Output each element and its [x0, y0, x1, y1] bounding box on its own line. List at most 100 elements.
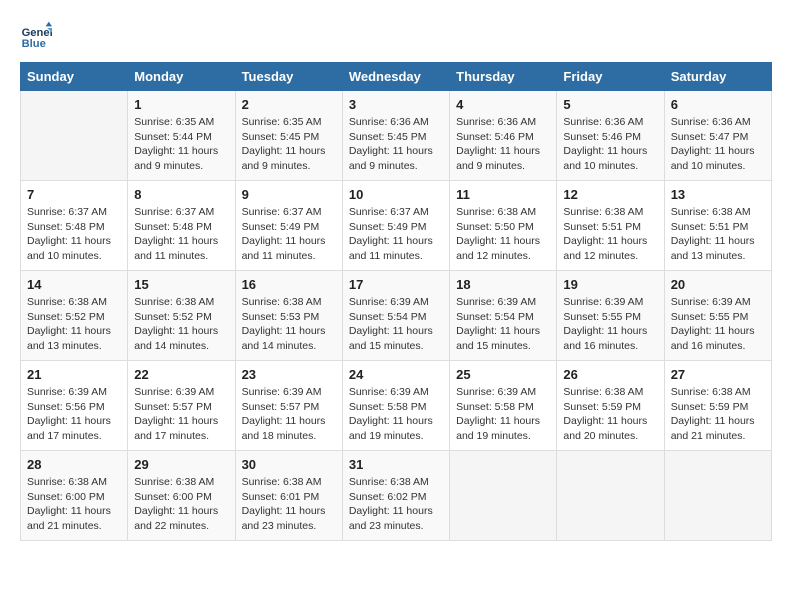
calendar-cell: 1 Sunrise: 6:35 AMSunset: 5:44 PMDayligh…: [128, 91, 235, 181]
day-number: 18: [456, 277, 550, 292]
day-number: 9: [242, 187, 336, 202]
calendar-cell: 13 Sunrise: 6:38 AMSunset: 5:51 PMDaylig…: [664, 181, 771, 271]
day-number: 28: [27, 457, 121, 472]
day-number: 10: [349, 187, 443, 202]
day-number: 22: [134, 367, 228, 382]
calendar-cell: 7 Sunrise: 6:37 AMSunset: 5:48 PMDayligh…: [21, 181, 128, 271]
day-number: 5: [563, 97, 657, 112]
calendar-cell: 24 Sunrise: 6:39 AMSunset: 5:58 PMDaylig…: [342, 361, 449, 451]
calendar-cell: 29 Sunrise: 6:38 AMSunset: 6:00 PMDaylig…: [128, 451, 235, 541]
calendar-week-5: 28 Sunrise: 6:38 AMSunset: 6:00 PMDaylig…: [21, 451, 772, 541]
day-info: Sunrise: 6:38 AMSunset: 5:52 PMDaylight:…: [134, 295, 228, 354]
day-info: Sunrise: 6:39 AMSunset: 5:55 PMDaylight:…: [563, 295, 657, 354]
day-number: 23: [242, 367, 336, 382]
day-info: Sunrise: 6:38 AMSunset: 6:00 PMDaylight:…: [27, 475, 121, 534]
day-info: Sunrise: 6:36 AMSunset: 5:47 PMDaylight:…: [671, 115, 765, 174]
calendar-cell: 18 Sunrise: 6:39 AMSunset: 5:54 PMDaylig…: [450, 271, 557, 361]
calendar-header: SundayMondayTuesdayWednesdayThursdayFrid…: [21, 63, 772, 91]
day-number: 19: [563, 277, 657, 292]
day-info: Sunrise: 6:38 AMSunset: 5:51 PMDaylight:…: [671, 205, 765, 264]
day-number: 30: [242, 457, 336, 472]
calendar-cell: 2 Sunrise: 6:35 AMSunset: 5:45 PMDayligh…: [235, 91, 342, 181]
day-number: 6: [671, 97, 765, 112]
day-number: 4: [456, 97, 550, 112]
calendar-cell: 12 Sunrise: 6:38 AMSunset: 5:51 PMDaylig…: [557, 181, 664, 271]
day-number: 7: [27, 187, 121, 202]
calendar-cell: [450, 451, 557, 541]
calendar-cell: 15 Sunrise: 6:38 AMSunset: 5:52 PMDaylig…: [128, 271, 235, 361]
day-info: Sunrise: 6:39 AMSunset: 5:54 PMDaylight:…: [456, 295, 550, 354]
weekday-header-row: SundayMondayTuesdayWednesdayThursdayFrid…: [21, 63, 772, 91]
day-number: 13: [671, 187, 765, 202]
calendar-cell: 8 Sunrise: 6:37 AMSunset: 5:48 PMDayligh…: [128, 181, 235, 271]
day-info: Sunrise: 6:38 AMSunset: 6:02 PMDaylight:…: [349, 475, 443, 534]
weekday-friday: Friday: [557, 63, 664, 91]
day-number: 3: [349, 97, 443, 112]
weekday-monday: Monday: [128, 63, 235, 91]
calendar-body: 1 Sunrise: 6:35 AMSunset: 5:44 PMDayligh…: [21, 91, 772, 541]
day-info: Sunrise: 6:38 AMSunset: 5:50 PMDaylight:…: [456, 205, 550, 264]
calendar-cell: 19 Sunrise: 6:39 AMSunset: 5:55 PMDaylig…: [557, 271, 664, 361]
day-number: 26: [563, 367, 657, 382]
day-info: Sunrise: 6:35 AMSunset: 5:45 PMDaylight:…: [242, 115, 336, 174]
day-number: 17: [349, 277, 443, 292]
day-info: Sunrise: 6:35 AMSunset: 5:44 PMDaylight:…: [134, 115, 228, 174]
day-number: 11: [456, 187, 550, 202]
day-info: Sunrise: 6:37 AMSunset: 5:49 PMDaylight:…: [349, 205, 443, 264]
calendar-cell: 5 Sunrise: 6:36 AMSunset: 5:46 PMDayligh…: [557, 91, 664, 181]
day-info: Sunrise: 6:38 AMSunset: 6:01 PMDaylight:…: [242, 475, 336, 534]
day-info: Sunrise: 6:39 AMSunset: 5:57 PMDaylight:…: [134, 385, 228, 444]
calendar-week-3: 14 Sunrise: 6:38 AMSunset: 5:52 PMDaylig…: [21, 271, 772, 361]
weekday-tuesday: Tuesday: [235, 63, 342, 91]
day-number: 1: [134, 97, 228, 112]
calendar-cell: 9 Sunrise: 6:37 AMSunset: 5:49 PMDayligh…: [235, 181, 342, 271]
calendar-cell: 4 Sunrise: 6:36 AMSunset: 5:46 PMDayligh…: [450, 91, 557, 181]
day-number: 20: [671, 277, 765, 292]
weekday-thursday: Thursday: [450, 63, 557, 91]
svg-text:General: General: [22, 27, 52, 39]
calendar-cell: 22 Sunrise: 6:39 AMSunset: 5:57 PMDaylig…: [128, 361, 235, 451]
calendar-cell: 16 Sunrise: 6:38 AMSunset: 5:53 PMDaylig…: [235, 271, 342, 361]
day-info: Sunrise: 6:38 AMSunset: 6:00 PMDaylight:…: [134, 475, 228, 534]
calendar-cell: 6 Sunrise: 6:36 AMSunset: 5:47 PMDayligh…: [664, 91, 771, 181]
calendar-cell: 17 Sunrise: 6:39 AMSunset: 5:54 PMDaylig…: [342, 271, 449, 361]
day-number: 31: [349, 457, 443, 472]
day-info: Sunrise: 6:39 AMSunset: 5:57 PMDaylight:…: [242, 385, 336, 444]
calendar-week-4: 21 Sunrise: 6:39 AMSunset: 5:56 PMDaylig…: [21, 361, 772, 451]
calendar-cell: 30 Sunrise: 6:38 AMSunset: 6:01 PMDaylig…: [235, 451, 342, 541]
day-number: 16: [242, 277, 336, 292]
weekday-sunday: Sunday: [21, 63, 128, 91]
calendar-cell: 28 Sunrise: 6:38 AMSunset: 6:00 PMDaylig…: [21, 451, 128, 541]
day-number: 29: [134, 457, 228, 472]
calendar-cell: 21 Sunrise: 6:39 AMSunset: 5:56 PMDaylig…: [21, 361, 128, 451]
day-number: 8: [134, 187, 228, 202]
calendar-cell: 10 Sunrise: 6:37 AMSunset: 5:49 PMDaylig…: [342, 181, 449, 271]
calendar-cell: 31 Sunrise: 6:38 AMSunset: 6:02 PMDaylig…: [342, 451, 449, 541]
calendar-cell: 20 Sunrise: 6:39 AMSunset: 5:55 PMDaylig…: [664, 271, 771, 361]
calendar-week-2: 7 Sunrise: 6:37 AMSunset: 5:48 PMDayligh…: [21, 181, 772, 271]
svg-text:Blue: Blue: [22, 38, 46, 50]
day-info: Sunrise: 6:36 AMSunset: 5:45 PMDaylight:…: [349, 115, 443, 174]
weekday-wednesday: Wednesday: [342, 63, 449, 91]
day-number: 14: [27, 277, 121, 292]
day-number: 25: [456, 367, 550, 382]
logo-icon: General Blue: [20, 20, 52, 52]
day-number: 24: [349, 367, 443, 382]
logo: General Blue: [20, 20, 56, 52]
day-info: Sunrise: 6:38 AMSunset: 5:52 PMDaylight:…: [27, 295, 121, 354]
calendar-cell: 14 Sunrise: 6:38 AMSunset: 5:52 PMDaylig…: [21, 271, 128, 361]
calendar-cell: 25 Sunrise: 6:39 AMSunset: 5:58 PMDaylig…: [450, 361, 557, 451]
day-number: 21: [27, 367, 121, 382]
day-info: Sunrise: 6:39 AMSunset: 5:58 PMDaylight:…: [349, 385, 443, 444]
day-info: Sunrise: 6:39 AMSunset: 5:54 PMDaylight:…: [349, 295, 443, 354]
day-number: 2: [242, 97, 336, 112]
calendar-cell: 11 Sunrise: 6:38 AMSunset: 5:50 PMDaylig…: [450, 181, 557, 271]
day-info: Sunrise: 6:36 AMSunset: 5:46 PMDaylight:…: [563, 115, 657, 174]
day-info: Sunrise: 6:38 AMSunset: 5:59 PMDaylight:…: [563, 385, 657, 444]
calendar-cell: [664, 451, 771, 541]
day-info: Sunrise: 6:36 AMSunset: 5:46 PMDaylight:…: [456, 115, 550, 174]
calendar-cell: 27 Sunrise: 6:38 AMSunset: 5:59 PMDaylig…: [664, 361, 771, 451]
calendar-table: SundayMondayTuesdayWednesdayThursdayFrid…: [20, 62, 772, 541]
day-number: 27: [671, 367, 765, 382]
calendar-cell: [557, 451, 664, 541]
